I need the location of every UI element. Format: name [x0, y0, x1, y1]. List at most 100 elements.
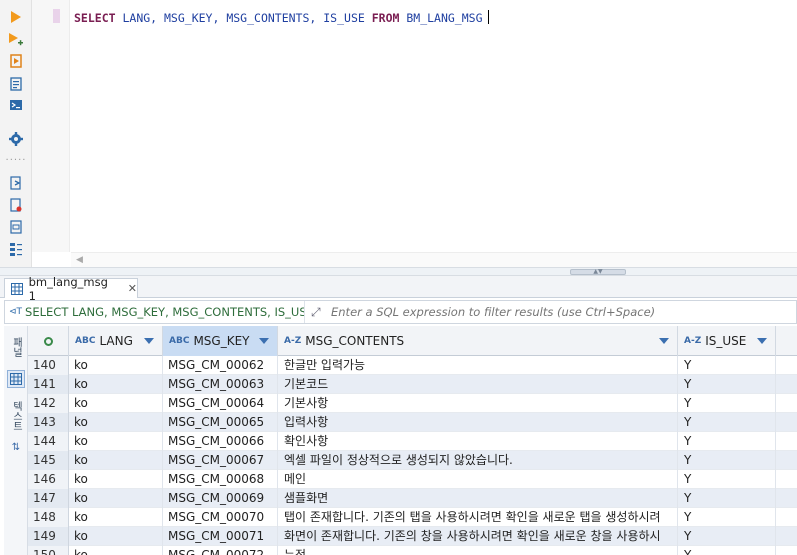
msg-contents-cell[interactable]: 메인 [278, 470, 678, 489]
table-row[interactable]: 141 ko MSG_CM_00063 기본코드 Y [28, 375, 797, 394]
table-row[interactable]: 143 ko MSG_CM_00065 입력사항 Y [28, 413, 797, 432]
row-number-header[interactable] [28, 326, 69, 356]
table-row[interactable]: 144 ko MSG_CM_00066 확인사항 Y [28, 432, 797, 451]
table-row[interactable]: 145 ko MSG_CM_00067 엑셀 파일이 정상적으로 생성되지 않았습니다… [28, 451, 797, 470]
explain-plan-icon[interactable] [8, 76, 24, 92]
is-use-cell[interactable]: Y [678, 527, 776, 546]
lang-cell[interactable]: ko [69, 394, 163, 413]
sort-filter-icon[interactable] [259, 338, 269, 344]
msg-key-cell[interactable]: MSG_CM_00072 [163, 546, 278, 555]
row-number-cell[interactable]: 141 [28, 375, 69, 394]
filter-input[interactable] [331, 305, 796, 319]
row-number-cell[interactable]: 147 [28, 489, 69, 508]
is-use-cell[interactable]: Y [678, 413, 776, 432]
splitter-grip-icon[interactable]: ▲▼ [570, 269, 626, 275]
sql-statement-line[interactable]: SELECT LANG, MSG_KEY, MSG_CONTENTS, IS_U… [74, 10, 489, 25]
column-header-lang[interactable]: ABC LANG [69, 326, 163, 356]
lang-cell[interactable]: ko [69, 470, 163, 489]
select-all-icon[interactable] [43, 336, 53, 346]
msg-key-cell[interactable]: MSG_CM_00063 [163, 375, 278, 394]
sql-editor-area[interactable]: SELECT LANG, MSG_KEY, MSG_CONTENTS, IS_U… [71, 0, 797, 252]
table-row[interactable]: 147 ko MSG_CM_00069 샘플화면 Y [28, 489, 797, 508]
msg-contents-cell[interactable]: 누적 [278, 546, 678, 555]
open-console-icon[interactable] [8, 97, 24, 113]
editor-horizontal-scrollbar[interactable]: ◀ [71, 252, 797, 267]
lang-cell[interactable]: ko [69, 508, 163, 527]
record-mode-icon[interactable]: ⇅ [7, 438, 25, 456]
panels-toggle[interactable]: 패널 [7, 330, 25, 364]
filter-expression-field[interactable]: ⤢ [305, 301, 796, 323]
lang-cell[interactable]: ko [69, 546, 163, 555]
row-number-cell[interactable]: 142 [28, 394, 69, 413]
msg-key-cell[interactable]: MSG_CM_00069 [163, 489, 278, 508]
lang-cell[interactable]: ko [69, 527, 163, 546]
is-use-cell[interactable]: Y [678, 375, 776, 394]
sort-filter-icon[interactable] [757, 338, 767, 344]
grid-view-icon[interactable] [7, 370, 25, 388]
text-view-toggle[interactable]: 텍스트 [7, 398, 25, 434]
row-number-cell[interactable]: 146 [28, 470, 69, 489]
row-number-cell[interactable]: 148 [28, 508, 69, 527]
msg-key-cell[interactable]: MSG_CM_00067 [163, 451, 278, 470]
execute-statement-icon[interactable] [8, 9, 24, 25]
settings-gear-icon[interactable] [8, 131, 24, 147]
table-row[interactable]: 149 ko MSG_CM_00071 화면이 존재합니다. 기존의 창을 사용하시려… [28, 527, 797, 546]
row-number-cell[interactable]: 143 [28, 413, 69, 432]
sort-filter-icon[interactable] [659, 338, 669, 344]
is-use-cell[interactable]: Y [678, 508, 776, 527]
lang-cell[interactable]: ko [69, 375, 163, 394]
export-icon[interactable] [8, 175, 24, 191]
format-sql-icon[interactable] [8, 241, 24, 257]
execute-script-icon[interactable] [8, 32, 24, 48]
table-row[interactable]: 140 ko MSG_CM_00062 한글만 입력가능 Y [28, 356, 797, 375]
close-icon[interactable]: ✕ [128, 282, 137, 295]
msg-contents-cell[interactable]: 탭이 존재합니다. 기존의 탭을 사용하시려면 확인을 새로운 탭을 생성하시려 [278, 508, 678, 527]
execute-in-new-tab-icon[interactable] [8, 53, 24, 69]
is-use-cell[interactable]: Y [678, 432, 776, 451]
load-script-icon[interactable] [8, 197, 24, 213]
row-number-cell[interactable]: 150 [28, 546, 69, 555]
msg-contents-cell[interactable]: 입력사항 [278, 413, 678, 432]
table-row[interactable]: 142 ko MSG_CM_00064 기본사항 Y [28, 394, 797, 413]
scroll-left-arrow-icon[interactable]: ◀ [76, 255, 83, 265]
is-use-cell[interactable]: Y [678, 451, 776, 470]
tab-result[interactable]: bm_lang_msg 1 ✕ [4, 275, 138, 303]
msg-key-cell[interactable]: MSG_CM_00065 [163, 413, 278, 432]
is-use-cell[interactable]: Y [678, 394, 776, 413]
msg-key-cell[interactable]: MSG_CM_00071 [163, 527, 278, 546]
is-use-cell[interactable]: Y [678, 489, 776, 508]
msg-contents-cell[interactable]: 엑셀 파일이 정상적으로 생성되지 않았습니다. [278, 451, 678, 470]
row-number-cell[interactable]: 144 [28, 432, 69, 451]
msg-key-cell[interactable]: MSG_CM_00068 [163, 470, 278, 489]
sort-filter-icon[interactable] [144, 338, 154, 344]
msg-key-cell[interactable]: MSG_CM_00070 [163, 508, 278, 527]
more-dots-icon[interactable]: ····· [6, 152, 26, 168]
msg-key-cell[interactable]: MSG_CM_00064 [163, 394, 278, 413]
msg-contents-cell[interactable]: 기본사항 [278, 394, 678, 413]
column-header-is-use[interactable]: A-Z IS_USE [678, 326, 776, 356]
lang-cell[interactable]: ko [69, 489, 163, 508]
lang-cell[interactable]: ko [69, 451, 163, 470]
row-number-cell[interactable]: 140 [28, 356, 69, 375]
save-script-icon[interactable] [8, 219, 24, 235]
is-use-cell[interactable]: Y [678, 356, 776, 375]
editor-results-splitter[interactable]: ▲▼ [0, 267, 797, 276]
table-row[interactable]: 146 ko MSG_CM_00068 메인 Y [28, 470, 797, 489]
msg-key-cell[interactable]: MSG_CM_00066 [163, 432, 278, 451]
is-use-cell[interactable]: Y [678, 546, 776, 555]
msg-contents-cell[interactable]: 한글만 입력가능 [278, 356, 678, 375]
msg-contents-cell[interactable]: 화면이 존재합니다. 기존의 창을 사용하시려면 확인을 새로운 창을 사용하시 [278, 527, 678, 546]
lang-cell[interactable]: ko [69, 413, 163, 432]
msg-contents-cell[interactable]: 기본코드 [278, 375, 678, 394]
msg-key-cell[interactable]: MSG_CM_00062 [163, 356, 278, 375]
lang-cell[interactable]: ko [69, 432, 163, 451]
msg-contents-cell[interactable]: 확인사항 [278, 432, 678, 451]
lang-cell[interactable]: ko [69, 356, 163, 375]
column-header-msg-key[interactable]: ABC MSG_KEY [163, 326, 278, 356]
column-header-msg-contents[interactable]: A-Z MSG_CONTENTS [278, 326, 678, 356]
expand-filter-icon[interactable]: ⤢ [311, 305, 321, 320]
table-row[interactable]: 148 ko MSG_CM_00070 탭이 존재합니다. 기존의 탭을 사용하시려면… [28, 508, 797, 527]
row-number-cell[interactable]: 145 [28, 451, 69, 470]
filter-query-source[interactable]: ⊲T SELECT LANG, MSG_KEY, MSG_CONTENTS, I… [5, 301, 305, 323]
msg-contents-cell[interactable]: 샘플화면 [278, 489, 678, 508]
